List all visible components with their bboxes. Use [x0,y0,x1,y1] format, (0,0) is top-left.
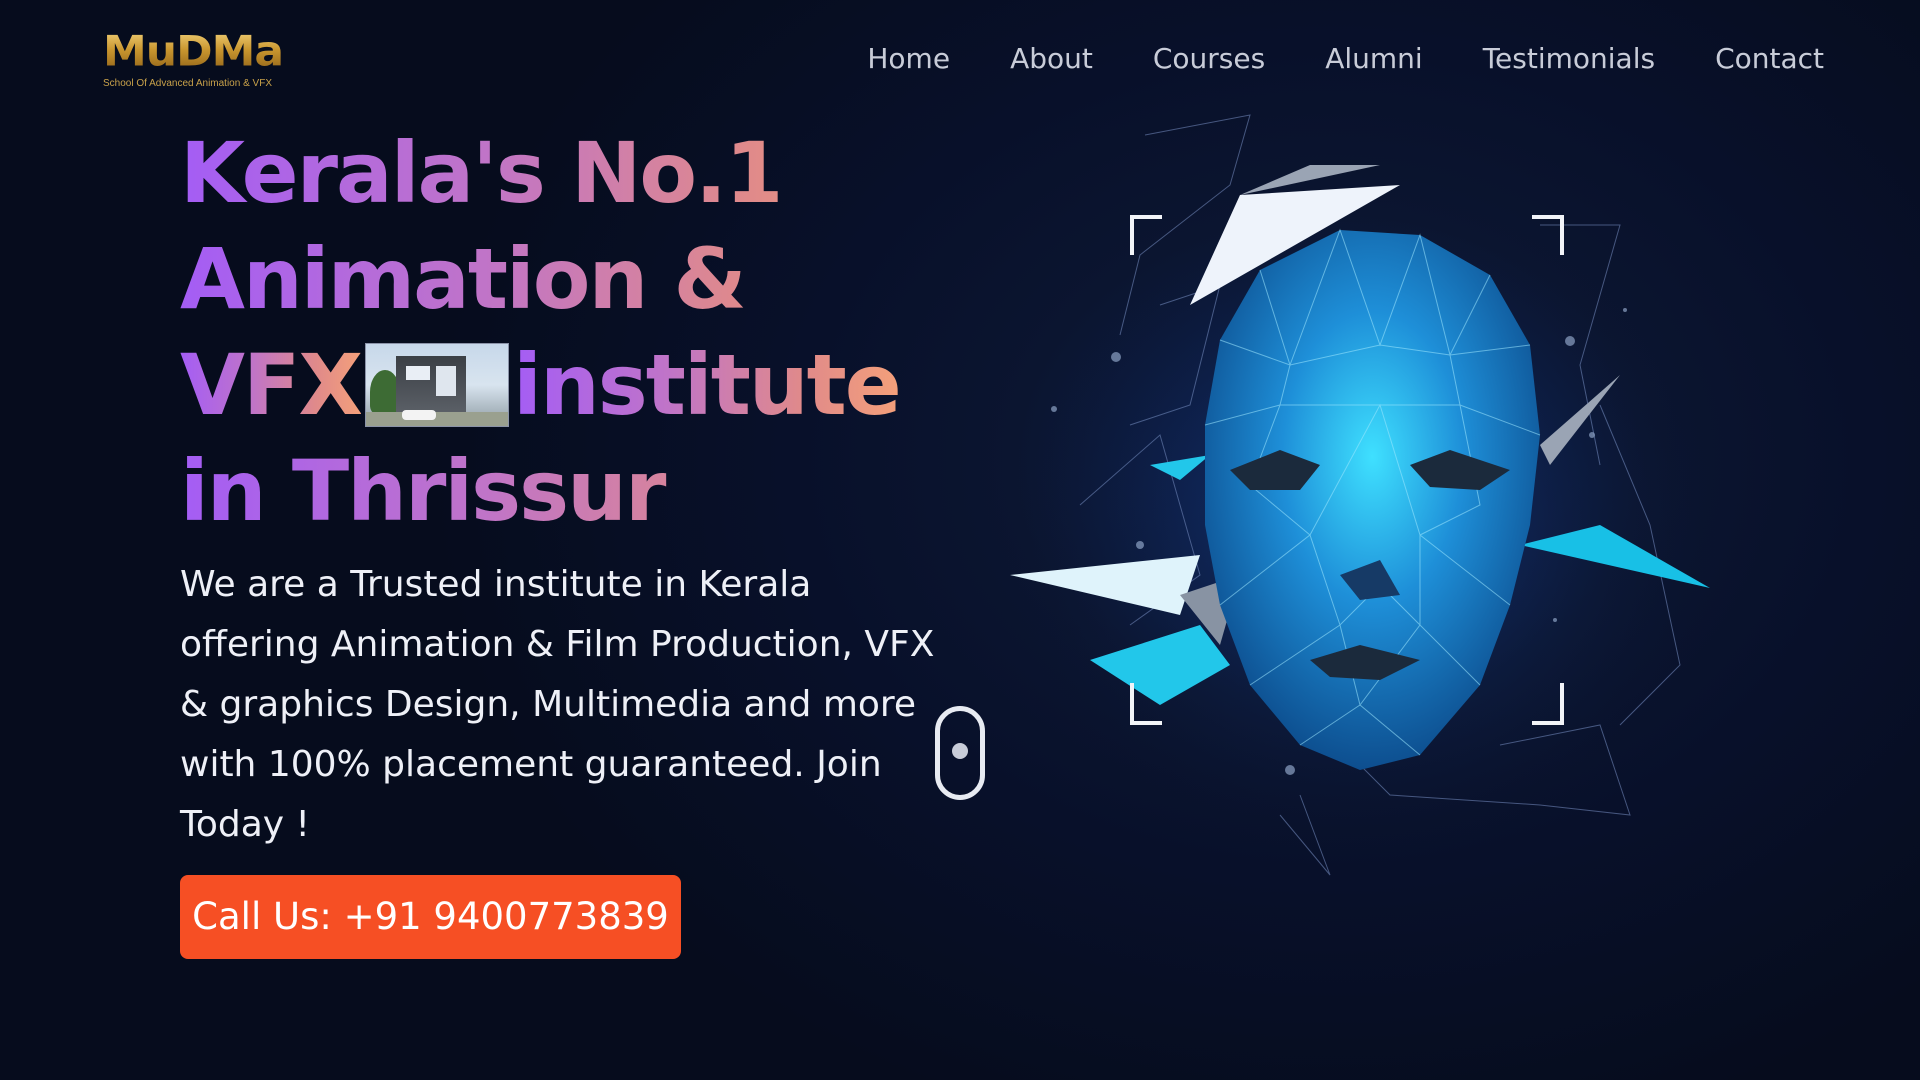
logo-wordmark: MuDMaX [103,27,317,76]
headline-line-3: VFX institute [180,332,940,438]
scroll-mouse-icon[interactable] [935,706,985,800]
nav-alumni[interactable]: Alumni [1325,42,1422,75]
nav-about[interactable]: About [1010,42,1093,75]
headline-institute: institute [513,336,902,434]
headline-line-4: in Thrissur [180,438,940,544]
site-logo[interactable]: MuDMaX School Of Advanced Animation & VF… [103,27,317,100]
logo-tagline: School Of Advanced Animation & VFX [103,78,272,89]
nav-testimonials[interactable]: Testimonials [1483,42,1655,75]
headline-vfx: VFX [180,336,363,434]
hero-headline: Kerala's No.1 Animation & VFX institute i… [180,120,940,544]
call-us-button[interactable]: Call Us: +91 9400773839 [180,875,681,959]
nav-courses[interactable]: Courses [1153,42,1265,75]
scroll-dot [952,743,968,759]
headline-line-1: Kerala's No.1 [180,120,940,226]
main-nav: Home About Courses Alumni Testimonials C… [867,42,1824,75]
nav-home[interactable]: Home [867,42,950,75]
headline-line-2: Animation & [180,226,940,332]
building-thumbnail [365,343,510,428]
polygon-face-illustration [1000,114,1720,876]
nav-contact[interactable]: Contact [1715,42,1824,75]
hero-description: We are a Trusted institute in Kerala off… [180,564,935,845]
